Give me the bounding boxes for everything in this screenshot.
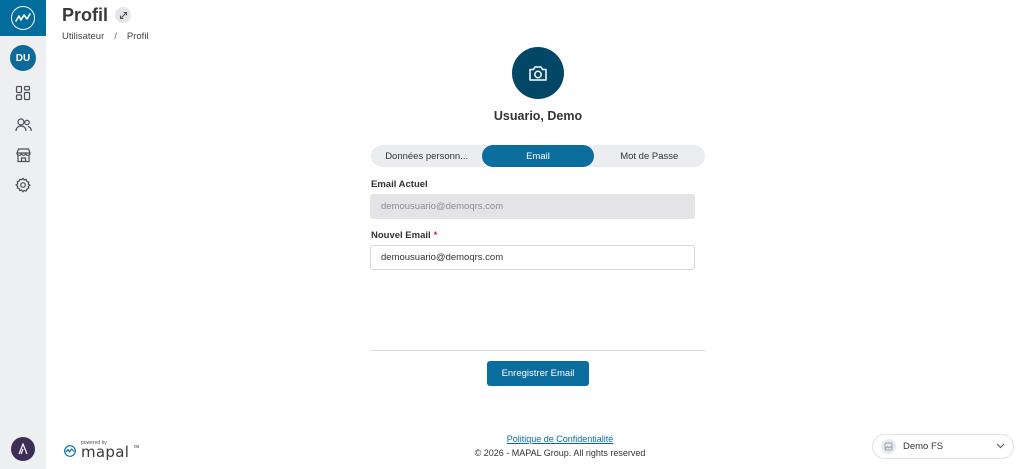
breadcrumb-item-utilisateur[interactable]: Utilisateur [62, 31, 104, 42]
expand-icon[interactable] [115, 7, 131, 23]
mapal-brand-suffix: os [134, 444, 140, 450]
new-email-label: Nouvel Email * [371, 230, 437, 241]
company-name: Demo FS [903, 441, 944, 452]
avatar[interactable]: DU [10, 45, 36, 71]
tab-personal-data[interactable]: Données personn... [371, 145, 482, 167]
breadcrumb: Utilisateur / Profil [62, 31, 149, 42]
users-icon[interactable] [13, 115, 33, 135]
new-email-field[interactable]: demousuario@demoqrs.com [370, 245, 695, 270]
tab-password[interactable]: Mot de Passe [594, 145, 705, 167]
dashboard-icon[interactable] [13, 83, 33, 103]
powered-by-logo: powered by mapal os [63, 440, 153, 461]
copyright-text: © 2026 - MAPAL Group. All rights reserve… [474, 448, 646, 458]
tab-email[interactable]: Email [482, 145, 594, 167]
breadcrumb-item-profil: Profil [126, 31, 149, 42]
settings-icon[interactable] [13, 175, 33, 195]
sidebar: DU [0, 0, 46, 469]
company-icon [881, 439, 896, 454]
profile-photo-button[interactable] [512, 47, 564, 99]
company-selector[interactable]: Demo FS [872, 434, 1014, 459]
divider [370, 350, 705, 351]
mapal-logo-icon [64, 445, 76, 457]
logo-icon [11, 6, 35, 30]
profile-tabs: Données personn... Email Mot de Passe [371, 145, 705, 167]
app-logo[interactable] [0, 0, 46, 36]
current-email-label: Email Actuel [371, 179, 428, 190]
app-switcher-icon[interactable] [11, 437, 35, 461]
privacy-policy-link[interactable]: Politique de Confidentialité [460, 434, 660, 444]
new-email-label-text: Nouvel Email [371, 230, 431, 241]
breadcrumb-separator: / [114, 31, 117, 42]
required-marker: * [433, 230, 438, 241]
camera-icon [529, 65, 547, 81]
store-icon[interactable] [13, 145, 33, 165]
chevron-down-icon [996, 441, 1005, 452]
current-email-field: demousuario@demoqrs.com [370, 194, 695, 219]
page-title: Profil [62, 5, 109, 25]
profile-name: Usuario, Demo [493, 109, 583, 123]
mapal-brand: mapal [81, 443, 130, 461]
save-email-button[interactable]: Enregistrer Email [487, 361, 589, 386]
